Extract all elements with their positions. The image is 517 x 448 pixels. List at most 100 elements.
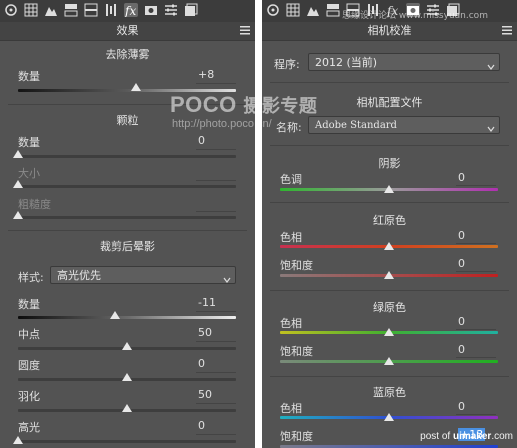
split-icon[interactable]	[64, 3, 78, 17]
green-sat-value[interactable]: 0	[458, 343, 498, 356]
presets-icon[interactable]	[184, 3, 198, 17]
grain-roughness-thumb[interactable]	[13, 211, 23, 219]
midpoint-thumb[interactable]	[122, 342, 132, 350]
dehaze-amount-value[interactable]: +8	[198, 68, 238, 81]
section-divider	[270, 290, 509, 291]
red-hue-label: 色相	[280, 231, 302, 244]
panel-title: 相机校准	[262, 22, 517, 41]
profile-label: 名称:	[276, 121, 302, 134]
blue-hue-label: 色相	[280, 402, 302, 415]
green-sat-thumb[interactable]	[384, 357, 394, 365]
panel-icon[interactable]	[84, 3, 98, 17]
mountain-icon[interactable]	[306, 3, 320, 17]
roundness-thumb[interactable]	[122, 373, 132, 381]
dehaze-section-title: 去除薄雾	[105, 48, 150, 61]
red-sat-label: 饱和度	[280, 259, 313, 272]
red-hue-thumb[interactable]	[384, 242, 394, 250]
histogram-icon[interactable]	[266, 3, 280, 17]
value-underline	[456, 329, 496, 330]
camera-icon[interactable]	[144, 3, 158, 17]
effects-panel: fx 效果 去除薄雾 数量 +8 颗粒 数量 0 大小 粗糙度 裁剪后晕影 样式…	[0, 0, 255, 448]
value-underline	[456, 271, 496, 272]
value-underline	[196, 149, 236, 150]
value-underline	[196, 341, 236, 342]
grain-size-thumb[interactable]	[13, 180, 23, 188]
grain-amount-thumb[interactable]	[13, 150, 23, 158]
highlights-track[interactable]	[18, 440, 236, 443]
feather-thumb[interactable]	[122, 404, 132, 412]
highlights-value[interactable]: 0	[198, 419, 238, 432]
fx-icon[interactable]: fx	[124, 3, 138, 17]
shadows-tint-label: 色调	[280, 173, 302, 186]
grid-icon[interactable]	[286, 3, 300, 17]
panel-menu-icon[interactable]	[240, 25, 250, 35]
vignette-amount-value[interactable]: -11	[198, 296, 238, 309]
value-underline	[456, 357, 496, 358]
blue-primary-section-title: 蓝原色	[373, 386, 406, 399]
green-hue-value[interactable]: 0	[458, 315, 498, 328]
shadows-tint-value[interactable]: 0	[458, 171, 498, 184]
blue-hue-value[interactable]: 0	[458, 400, 498, 413]
midpoint-value[interactable]: 50	[198, 326, 238, 339]
poco-subtitle: 摄影专题	[243, 96, 318, 116]
value-underline	[196, 403, 236, 404]
poco-logo-text: POCO	[170, 92, 237, 117]
grain-roughness-track[interactable]	[18, 216, 236, 219]
chevron-down-icon	[487, 122, 495, 132]
mountain-icon[interactable]	[44, 3, 58, 17]
uimaker-watermark: post of uimaker.com	[420, 431, 513, 442]
shadows-section-title: 阴影	[378, 157, 401, 170]
red-sat-value[interactable]: 0	[458, 257, 498, 270]
chevron-down-icon	[487, 59, 495, 70]
highlights-label: 高光	[18, 421, 40, 434]
roundness-label: 圆度	[18, 359, 40, 372]
sliders-icon[interactable]	[164, 3, 178, 17]
wm-prefix: post of	[420, 431, 451, 442]
blue-hue-thumb[interactable]	[384, 413, 394, 421]
dehaze-amount-thumb[interactable]	[131, 83, 141, 91]
dehaze-amount-label: 数量	[18, 70, 40, 83]
profile-dropdown[interactable]: Adobe Standard	[308, 116, 500, 134]
process-label: 程序:	[274, 58, 300, 71]
wm-brand: uimaker	[452, 431, 492, 442]
red-sat-thumb[interactable]	[384, 271, 394, 279]
grain-roughness-label: 粗糙度	[18, 198, 51, 211]
blue-sat-label: 饱和度	[280, 430, 313, 443]
feather-label: 羽化	[18, 390, 40, 403]
section-divider	[270, 82, 509, 83]
section-divider	[270, 376, 509, 377]
roundness-value[interactable]: 0	[198, 357, 238, 370]
vignette-style-label: 样式:	[18, 271, 44, 284]
green-hue-thumb[interactable]	[384, 328, 394, 336]
vignette-amount-thumb[interactable]	[110, 311, 120, 319]
camera-calibration-panel: fx 思缘设计论坛 www.missyuan.com 相机校准 程序: 2012…	[262, 0, 517, 448]
value-underline	[196, 83, 236, 84]
grain-amount-value[interactable]: 0	[198, 134, 238, 147]
lens-icon[interactable]	[104, 3, 118, 17]
split-icon[interactable]	[326, 3, 340, 17]
grain-amount-track[interactable]	[18, 155, 236, 158]
wm-suffix: .com	[491, 431, 513, 442]
histogram-icon[interactable]	[4, 3, 18, 17]
section-divider	[8, 230, 247, 231]
green-primary-section-title: 绿原色	[373, 301, 406, 314]
section-divider	[270, 145, 509, 146]
vignette-amount-label: 数量	[18, 298, 40, 311]
grain-size-track[interactable]	[18, 185, 236, 188]
value-underline	[456, 243, 496, 244]
feather-value[interactable]: 50	[198, 388, 238, 401]
highlights-thumb[interactable]	[13, 436, 23, 444]
red-hue-value[interactable]: 0	[458, 229, 498, 242]
section-divider	[270, 202, 509, 203]
vignette-amount-track[interactable]	[18, 316, 236, 319]
vignette-style-dropdown[interactable]: 高光优先	[50, 266, 236, 284]
panel-menu-icon[interactable]	[502, 25, 512, 35]
process-dropdown[interactable]: 2012 (当前)	[308, 53, 500, 71]
process-value: 2012 (当前)	[315, 56, 378, 69]
forum-watermark: 思缘设计论坛 www.missyuan.com	[342, 11, 488, 21]
grid-icon[interactable]	[24, 3, 38, 17]
shadows-tint-thumb[interactable]	[384, 185, 394, 193]
value-underline	[196, 180, 236, 181]
vignette-section-title: 裁剪后晕影	[100, 240, 155, 253]
value-underline	[196, 211, 236, 212]
